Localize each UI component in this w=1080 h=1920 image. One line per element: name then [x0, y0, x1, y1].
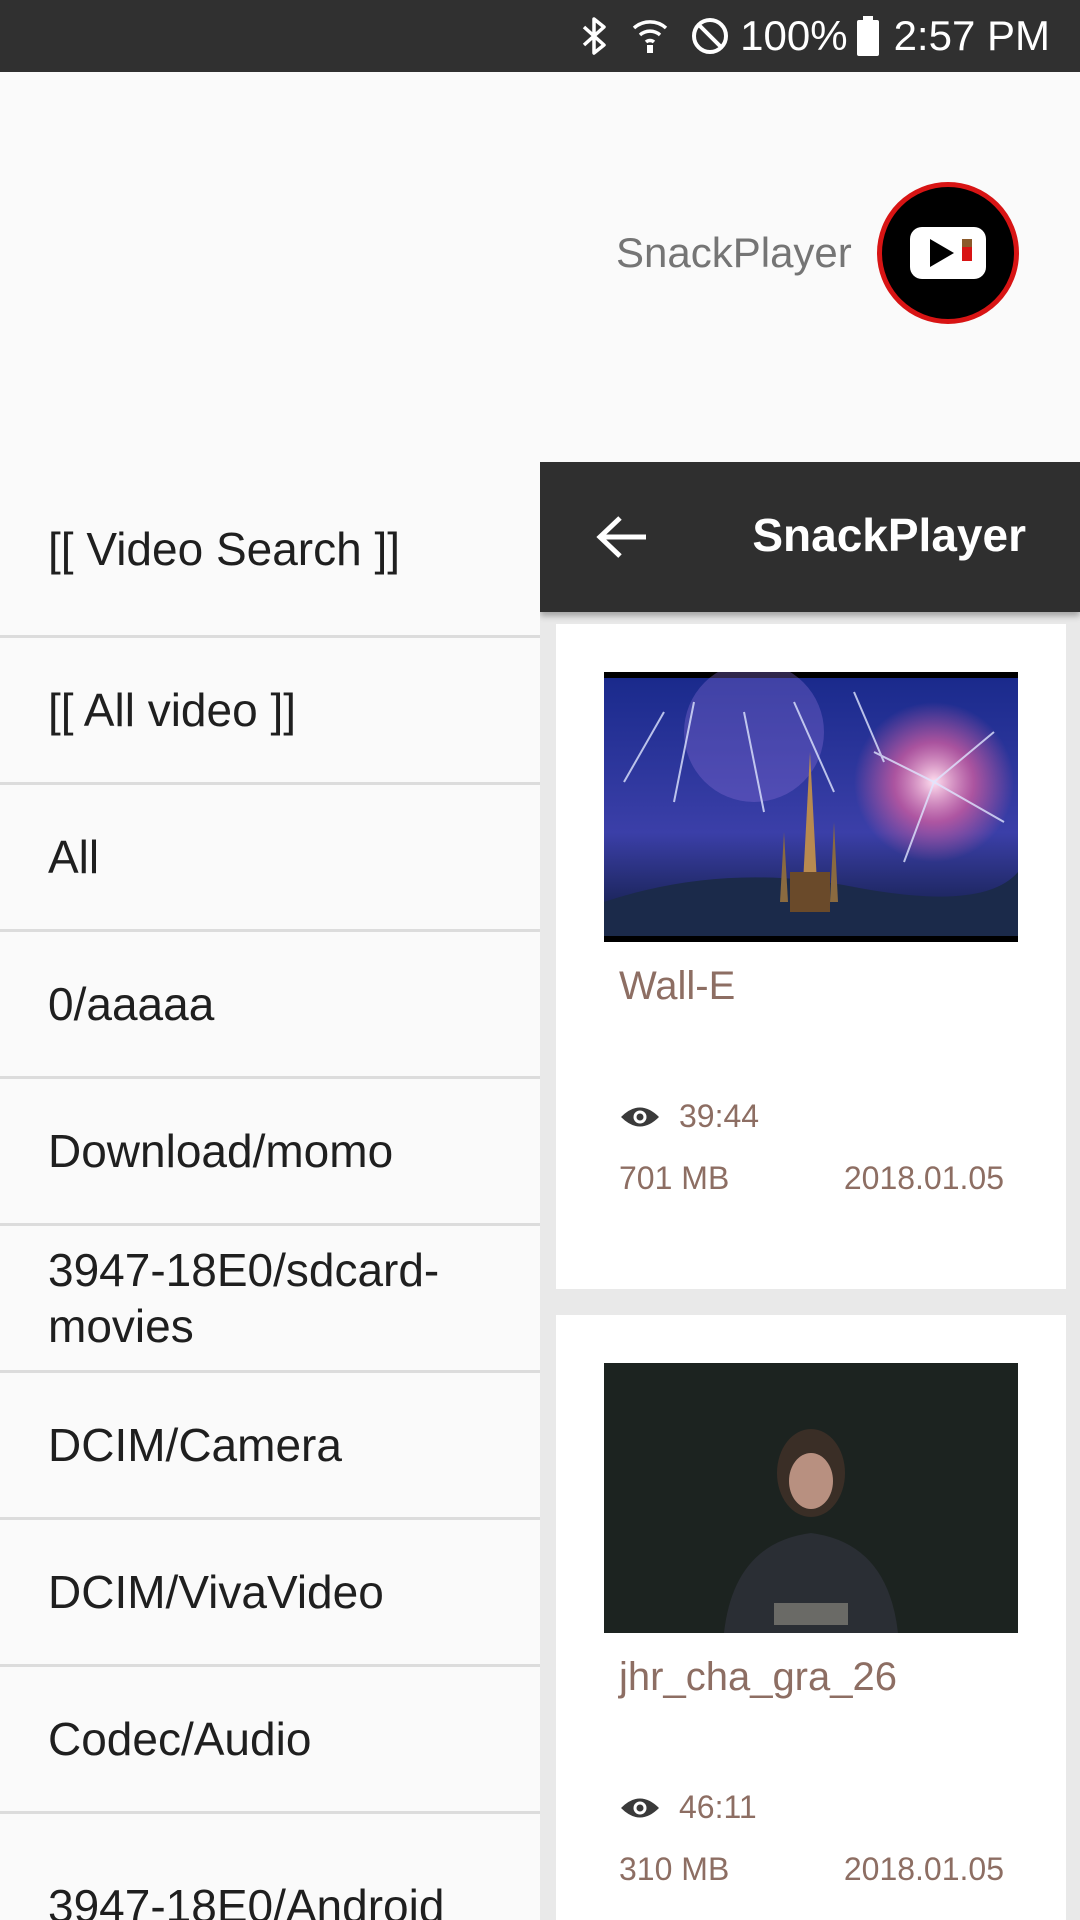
- video-size: 310 MB: [619, 1851, 730, 1887]
- drawer-menu: [[ Video Search ]] [[ All video ]] All 0…: [0, 462, 540, 1920]
- bluetooth-icon: [580, 15, 610, 57]
- back-button[interactable]: [592, 507, 652, 567]
- video-duration: 46:11: [679, 1789, 757, 1825]
- battery-percent: 100%: [740, 12, 848, 59]
- menu-item-folder-dcim-camera[interactable]: DCIM/Camera: [0, 1373, 540, 1520]
- menu-item-folder-dcim-vivavideo[interactable]: DCIM/VivaVideo: [0, 1520, 540, 1667]
- menu-item-folder-aaaaa[interactable]: 0/aaaaa: [0, 932, 540, 1079]
- menu-item-label: 3947-18E0/Android: [48, 1880, 445, 1920]
- menu-item-label: Download/momo: [48, 1125, 394, 1177]
- menu-item-video-search[interactable]: [[ Video Search ]]: [0, 462, 540, 638]
- video-title: jhr_cha_gra_26: [619, 1655, 897, 1699]
- wifi-icon: [630, 16, 670, 56]
- menu-item-label: All: [48, 831, 100, 883]
- eye-icon: [619, 1795, 661, 1821]
- menu-item-label: Codec/Audio: [48, 1713, 312, 1765]
- menu-item-folder-sdcard-movies[interactable]: 3947-18E0/sdcard-movies: [0, 1226, 540, 1373]
- status-bar: 100% 2:57 PM: [0, 0, 1080, 72]
- menu-item-all-video[interactable]: [[ All video ]]: [0, 638, 540, 785]
- menu-item-label: 0/aaaaa: [48, 978, 215, 1030]
- drawer-header: SnackPlayer: [0, 72, 1080, 462]
- menu-item-label: 3947-18E0/sdcard-movies: [48, 1244, 440, 1352]
- menu-item-label: DCIM/Camera: [48, 1419, 342, 1471]
- video-thumbnail[interactable]: [604, 1363, 1018, 1633]
- menu-item-label: [[ Video Search ]]: [48, 522, 401, 575]
- video-date: 2018.01.05: [843, 1160, 1004, 1196]
- snackplayer-logo-icon: [877, 182, 1019, 324]
- menu-item-all[interactable]: All: [0, 785, 540, 932]
- status-time: 2:57 PM: [893, 12, 1050, 59]
- video-panel: SnackPlayer Wall-E 39:44 701 MB 2018.01.…: [540, 462, 1080, 1920]
- drawer-app-name: SnackPlayer: [616, 229, 852, 276]
- menu-item-label: DCIM/VivaVideo: [48, 1566, 384, 1618]
- video-size: 701 MB: [619, 1160, 730, 1196]
- toolbar-title: SnackPlayer: [752, 509, 1026, 561]
- menu-item-folder-codec-audio[interactable]: Codec/Audio: [0, 1667, 540, 1814]
- toolbar: SnackPlayer: [540, 462, 1080, 612]
- video-card[interactable]: jhr_cha_gra_26 46:11 310 MB 2018.01.05: [556, 1315, 1066, 1920]
- video-date: 2018.01.05: [843, 1851, 1004, 1887]
- video-duration: 39:44: [679, 1098, 760, 1134]
- menu-item-label: [[ All video ]]: [48, 684, 297, 736]
- duration-row: 39:44: [619, 1098, 759, 1135]
- battery-icon: [856, 15, 880, 57]
- video-thumbnail[interactable]: [604, 672, 1018, 942]
- menu-item-folder-download-momo[interactable]: Download/momo: [0, 1079, 540, 1226]
- video-card[interactable]: Wall-E 39:44 701 MB 2018.01.05: [556, 624, 1066, 1289]
- eye-icon: [619, 1104, 661, 1130]
- duration-row: 46:11: [619, 1789, 757, 1826]
- video-title: Wall-E: [619, 964, 736, 1008]
- back-arrow-icon: [596, 516, 646, 558]
- do-not-disturb-icon: [690, 16, 730, 56]
- menu-item-folder-android[interactable]: 3947-18E0/Android: [0, 1814, 540, 1920]
